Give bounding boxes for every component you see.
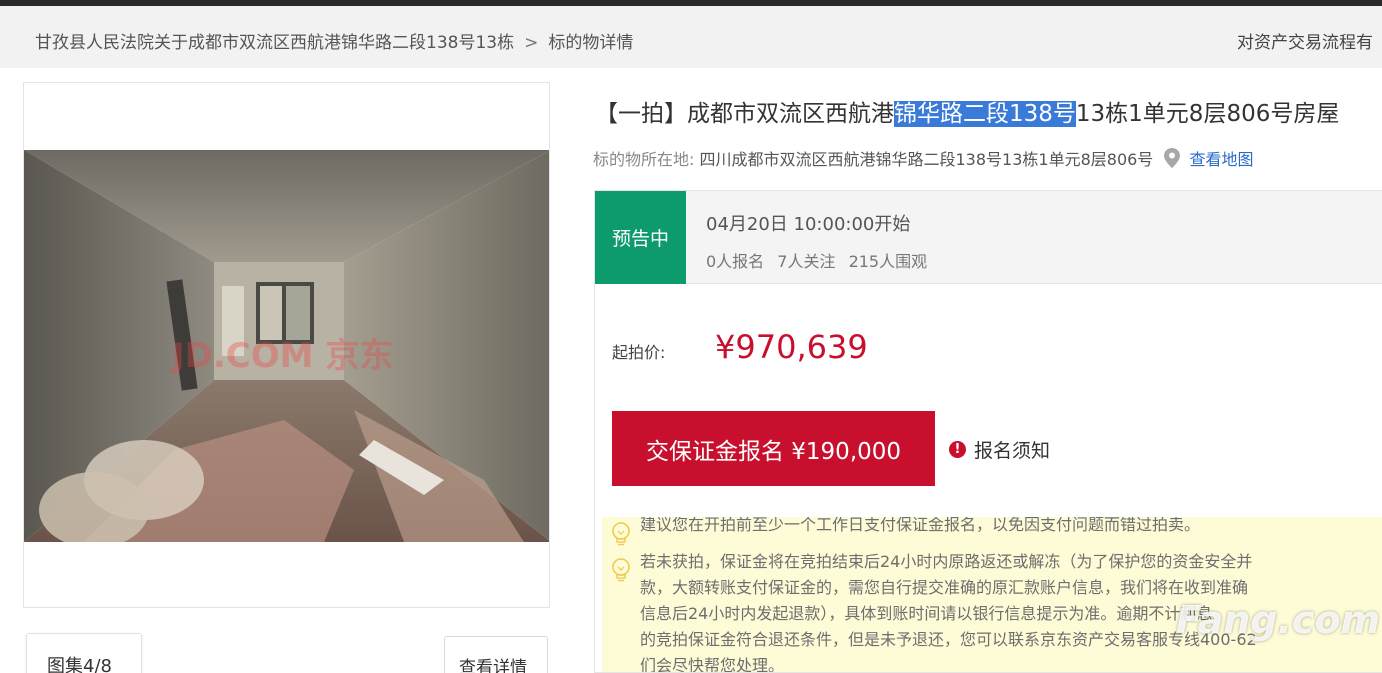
tip-line-6: 们会尽快帮您处理。 xyxy=(640,656,785,673)
property-photo[interactable]: JD.COM 京东 xyxy=(24,150,549,542)
auction-stats: 0人报名 7人关注 215人围观 xyxy=(706,248,935,272)
auction-start-time: 04月20日 10:00:00开始 xyxy=(706,214,911,235)
pay-deposit-button[interactable]: 交保证金报名 ¥190,000 xyxy=(612,411,935,486)
title-highlighted-text: 锦华路二段138号 xyxy=(894,101,1076,127)
view-details-label: 查看详情 xyxy=(459,658,527,673)
breadcrumb-item-detail[interactable]: 标的物详情 xyxy=(548,33,633,53)
tip-line-3: 款，大额转账支付保证金的，需您自行提交准确的原汇款账户信息，我们将在收到准确 xyxy=(640,578,1249,597)
starting-price: ¥970,639 xyxy=(715,328,868,366)
status-badge: 预告中 xyxy=(595,191,686,284)
listing-title: 【一拍】成都市双流区西航港锦华路二段138号13栋1单元8层806号房屋 xyxy=(595,94,1339,128)
title-suffix: 13栋1单元8层806号房屋 xyxy=(1075,101,1340,127)
breadcrumb-item-case[interactable]: 甘孜县人民法院关于成都市双流区西航港锦华路二段138号13栋 xyxy=(35,33,514,53)
breadcrumb: 甘孜县人民法院关于成都市双流区西航港锦华路二段138号13栋 > 标的物详情 xyxy=(35,28,633,53)
view-map-link[interactable]: 查看地图 xyxy=(1190,150,1254,169)
map-pin-icon xyxy=(1164,148,1181,168)
tip-line-5: 的竞拍保证金符合退还条件，但是未予退还，您可以联系京东资产交易客服专线400-6… xyxy=(640,630,1257,649)
tip-line-1: 建议您在开拍前至少一个工作日支付保证金报名，以免因支付问题而错过拍卖。 xyxy=(640,517,1201,534)
album-counter-label: 图集4/8 xyxy=(47,656,112,673)
alert-icon: ! xyxy=(949,441,966,458)
signup-count: 0人报名 xyxy=(706,252,765,271)
album-counter-button[interactable]: 图集4/8 xyxy=(26,633,142,673)
registration-notice-link[interactable]: ! 报名须知 xyxy=(949,436,1050,463)
tip-line-2: 若未获拍，保证金将在竞拍结束后24小时内原路返还或解冻（为了保护您的资金安全并 xyxy=(640,552,1253,571)
view-details-button[interactable]: 查看详情 xyxy=(444,636,548,673)
lightbulb-icon xyxy=(612,522,630,546)
process-link[interactable]: 对资产交易流程有 xyxy=(1237,28,1373,53)
breadcrumb-separator: > xyxy=(524,33,539,53)
breadcrumb-bar: 甘孜县人民法院关于成都市双流区西航港锦华路二段138号13栋 > 标的物详情 对资产… xyxy=(0,6,1382,68)
lightbulb-icon xyxy=(612,558,630,582)
auction-status-row: 预告中 04月20日 10:00:00开始 0人报名 7人关注 215人围观 xyxy=(595,191,1382,284)
registration-notice-label: 报名须知 xyxy=(974,440,1051,462)
location-label: 标的物所在地: xyxy=(593,150,695,169)
tips-box: 建议您在开拍前至少一个工作日支付保证金报名，以免因支付问题而错过拍卖。 若未获拍… xyxy=(602,517,1382,673)
site-watermark: Fang.com xyxy=(1176,598,1381,642)
follower-count: 7人关注 xyxy=(777,252,836,271)
property-location: 标的物所在地: 四川成都市双流区西航港锦华路二段138号13栋1单元8层806号… xyxy=(593,146,1254,170)
viewer-count: 215人围观 xyxy=(848,252,928,271)
tip-line-4: 信息后24小时内发起退款），具体到账时间请以银行信息提示为准。逾期不计利息 xyxy=(640,604,1213,623)
photo-gallery: JD.COM 京东 xyxy=(23,82,550,608)
photo-watermark: JD.COM 京东 xyxy=(172,336,394,376)
title-prefix: 【一拍】成都市双流区西航港 xyxy=(595,101,894,127)
location-value: 四川成都市双流区西航港锦华路二段138号13栋1单元8层806号 xyxy=(699,150,1154,169)
starting-price-label: 起拍价: xyxy=(612,343,666,362)
